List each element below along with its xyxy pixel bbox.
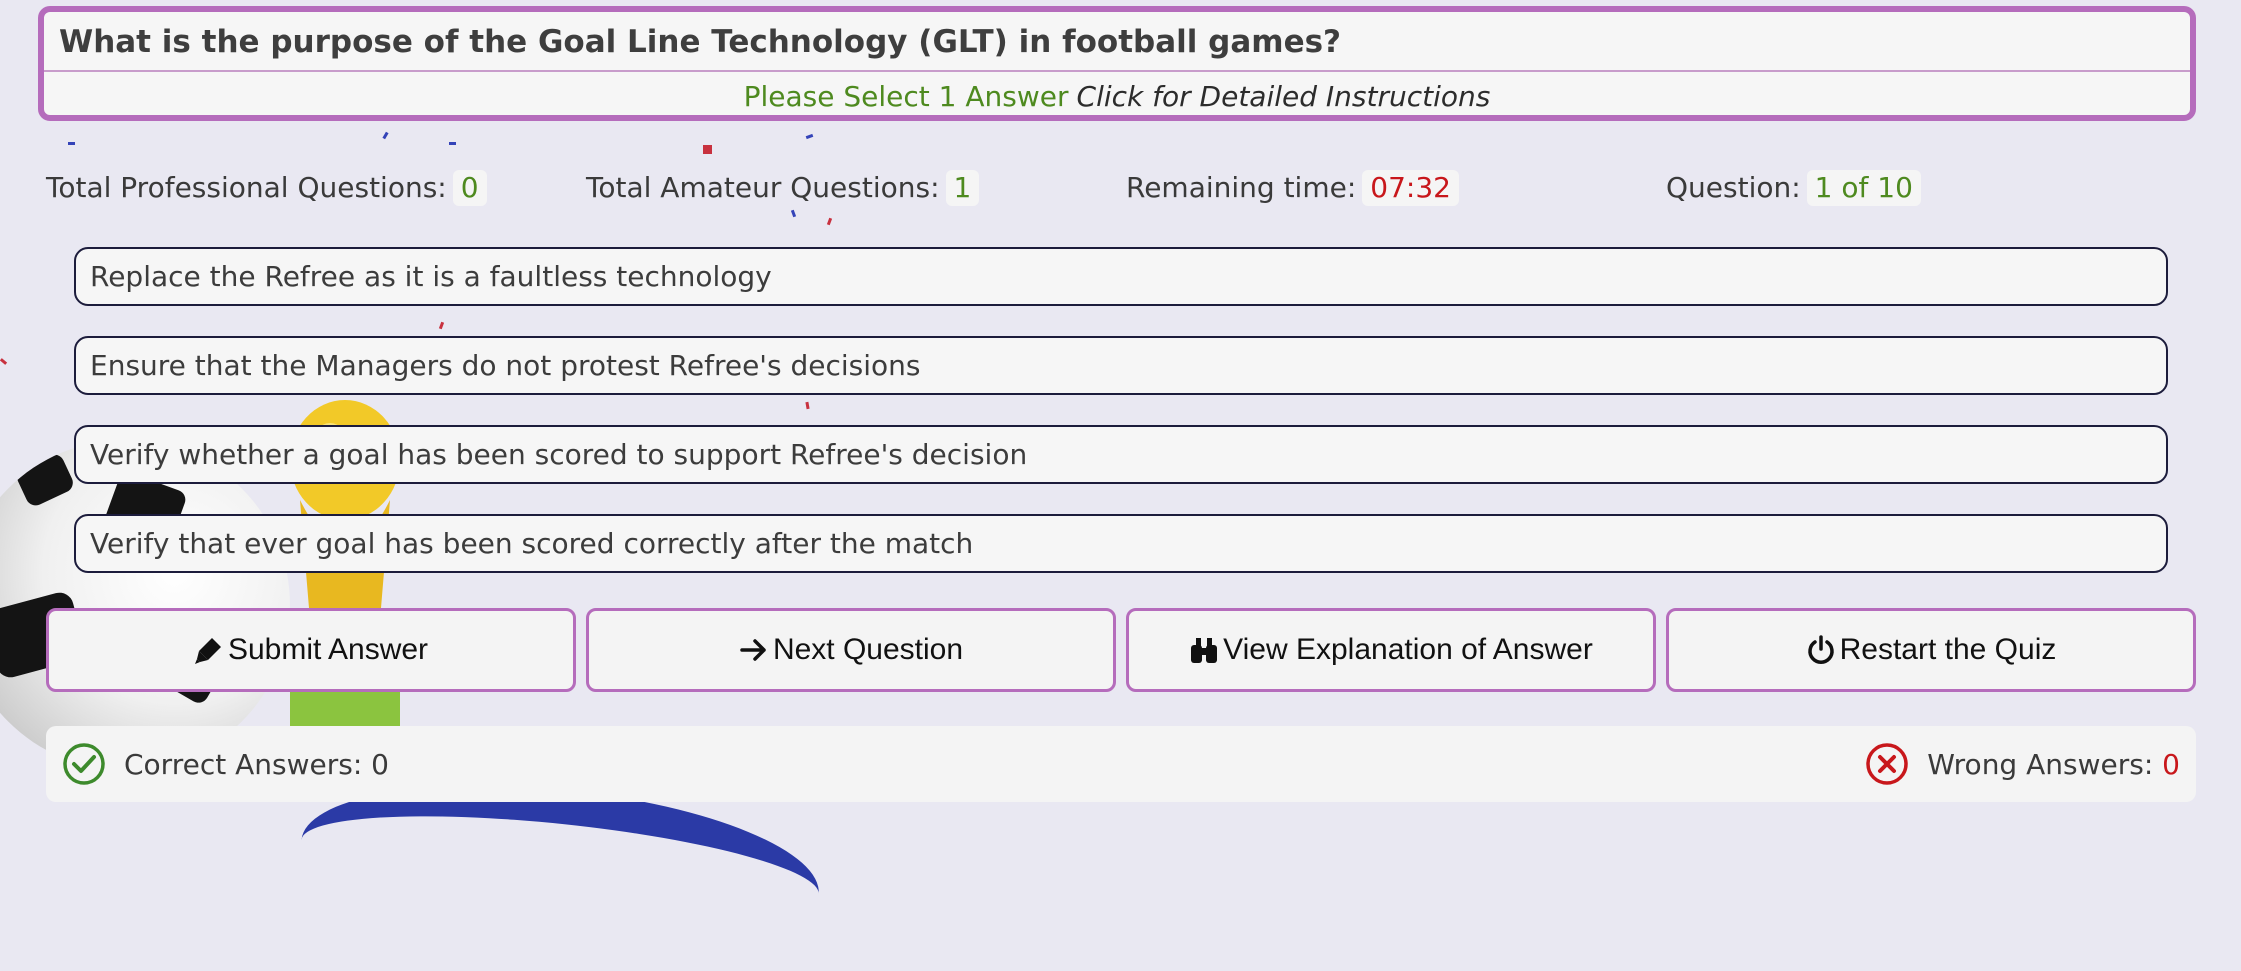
submit-answer-label: Submit Answer — [227, 633, 429, 666]
confetti — [438, 321, 445, 330]
next-question-button[interactable]: Next Question — [586, 608, 1116, 692]
power-icon — [1807, 635, 1834, 664]
score-footer: Correct Answers: 0 Wrong Answers: 0 — [46, 726, 2196, 802]
answer-option-2[interactable]: Ensure that the Managers do not protest … — [74, 336, 2168, 395]
question-panel: What is the purpose of the Goal Line Tec… — [38, 6, 2196, 121]
confetti — [0, 358, 8, 365]
remaining-time-label: Remaining time: — [1126, 171, 1357, 204]
amateur-questions-stat: Total Amateur Questions: 1 — [586, 168, 980, 208]
remaining-time-stat: Remaining time: 07:32 — [1126, 168, 1459, 208]
soccer-ball-decoration — [0, 440, 290, 770]
check-circle-icon — [63, 743, 105, 785]
confetti — [826, 217, 833, 226]
wrong-answers-value: 0 — [2162, 747, 2180, 781]
restart-quiz-button[interactable]: Restart the Quiz — [1666, 608, 2196, 692]
submit-answer-button[interactable]: Submit Answer — [46, 608, 576, 692]
confetti — [790, 209, 797, 218]
amateur-questions-label: Total Amateur Questions: — [586, 171, 940, 204]
next-question-label: Next Question — [772, 633, 964, 666]
confetti — [68, 142, 75, 145]
view-explanation-label: View Explanation of Answer — [1223, 633, 1593, 666]
confetti — [449, 142, 456, 145]
professional-questions-label: Total Professional Questions: — [46, 171, 447, 204]
confetti — [805, 133, 814, 140]
amateur-questions-value: 1 — [945, 170, 980, 206]
answer-option-1[interactable]: Replace the Refree as it is a faultless … — [74, 247, 2168, 306]
wrong-answers-counter: Wrong Answers: 0 — [1865, 726, 2180, 802]
view-explanation-button[interactable]: View Explanation of Answer — [1126, 608, 1656, 692]
wrong-answers-label: Wrong Answers: — [1927, 747, 2154, 781]
restart-quiz-label: Restart the Quiz — [1839, 633, 2057, 666]
detailed-instructions-link[interactable]: Click for Detailed Instructions — [1077, 80, 1491, 113]
question-counter-stat: Question: 1 of 10 — [1666, 168, 1921, 208]
professional-questions-stat: Total Professional Questions: 0 — [46, 168, 487, 208]
confetti — [382, 131, 389, 140]
answer-option-3[interactable]: Verify whether a goal has been scored to… — [74, 425, 2168, 484]
confetti — [805, 401, 810, 410]
question-text: What is the purpose of the Goal Line Tec… — [44, 12, 2190, 72]
question-counter-value: 1 of 10 — [1806, 170, 1921, 206]
correct-answers-label: Correct Answers: — [124, 747, 363, 781]
remaining-time-value: 07:32 — [1362, 170, 1459, 206]
confetti — [703, 145, 712, 154]
select-prompt: Please Select 1 Answer — [743, 80, 1069, 113]
arrow-right-icon — [740, 639, 766, 661]
instructions-bar: Please Select 1 Answer Click for Detailed… — [44, 72, 2190, 115]
correct-answers-counter: Correct Answers: 0 — [62, 726, 389, 802]
binoculars-icon — [1191, 638, 1218, 663]
marker-icon — [194, 638, 221, 664]
correct-answers-value: 0 — [371, 747, 389, 781]
professional-questions-value: 0 — [452, 170, 487, 206]
answer-option-4[interactable]: Verify that ever goal has been scored co… — [74, 514, 2168, 573]
x-circle-icon — [1866, 743, 1908, 785]
question-counter-label: Question: — [1666, 171, 1801, 204]
